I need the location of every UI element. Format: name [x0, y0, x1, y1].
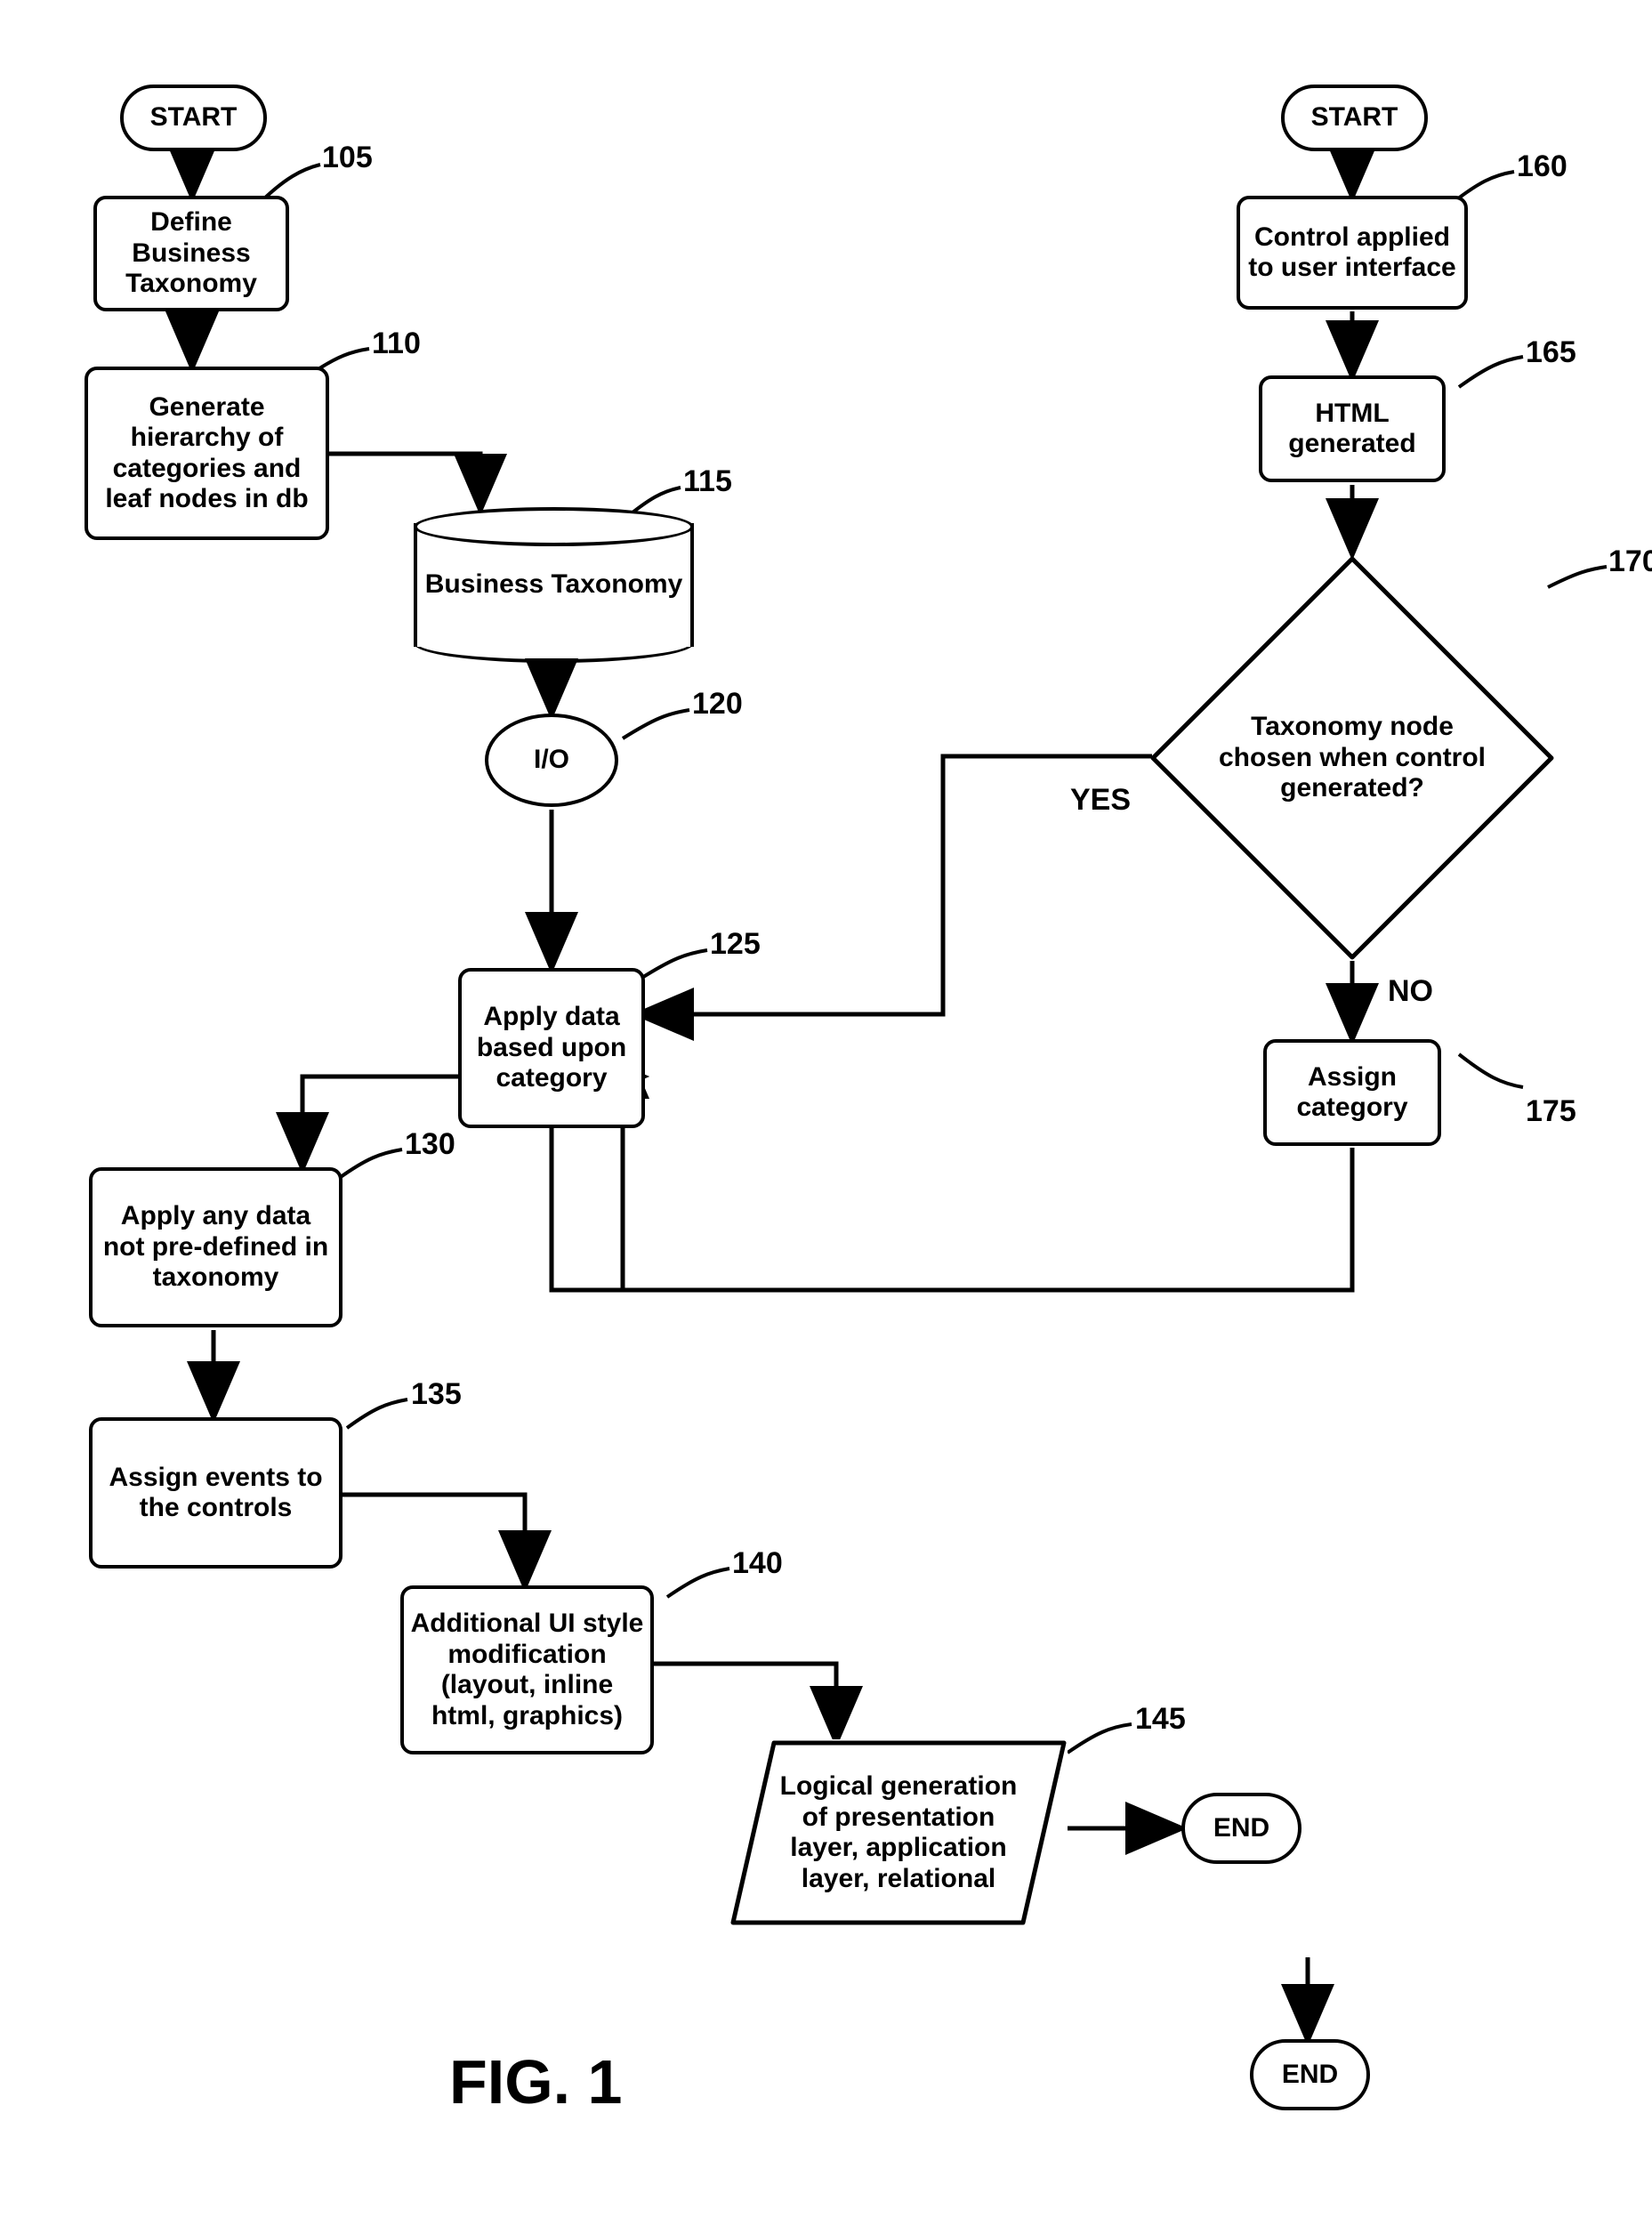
parallelogram-label: Logical generation of presentation layer…	[765, 1739, 1032, 1926]
apply-data-not-predefined-box: Apply any data not pre-defined in taxono…	[89, 1167, 342, 1327]
ref-175: 175	[1526, 1094, 1576, 1129]
figure-caption: FIG. 1	[449, 2046, 622, 2117]
ref-170: 170	[1608, 544, 1652, 579]
ref-115: 115	[683, 464, 732, 499]
ref-145: 145	[1135, 1702, 1186, 1737]
ref-130: 130	[405, 1127, 455, 1162]
assign-events-box: Assign events to the controls	[89, 1417, 342, 1569]
control-applied-box: Control applied to user interface	[1237, 196, 1468, 310]
apply-data-category-box: Apply data based upon category	[458, 968, 645, 1128]
ref-120: 120	[692, 687, 743, 722]
logical-generation-parallelogram: Logical generation of presentation layer…	[729, 1739, 1068, 1926]
decision-label: Taxonomy node chosen when control genera…	[1148, 553, 1557, 963]
db-label: Business Taxonomy	[414, 569, 694, 600]
ref-110: 110	[372, 327, 421, 361]
additional-ui-style-box: Additional UI style modification (layout…	[400, 1585, 654, 1754]
define-business-taxonomy-box: Define Business Taxonomy	[93, 196, 289, 311]
html-generated-box: HTML generated	[1259, 375, 1446, 482]
assign-category-box: Assign category	[1263, 1039, 1441, 1146]
business-taxonomy-db: Business Taxonomy	[414, 507, 694, 663]
flowchart-canvas: START Define Business Taxonomy 105 Gener…	[0, 0, 1652, 2226]
start-right-terminator: START	[1281, 85, 1428, 151]
ref-135: 135	[411, 1377, 462, 1412]
ref-160: 160	[1517, 149, 1567, 184]
ref-125: 125	[710, 927, 761, 962]
generate-hierarchy-box: Generate hierarchy of categories and lea…	[85, 367, 329, 540]
io-ellipse: I/O	[485, 714, 618, 807]
end-terminator-bottom: END	[1250, 2039, 1370, 2110]
yes-label: YES	[1070, 783, 1131, 818]
ref-165: 165	[1526, 335, 1576, 370]
no-label: NO	[1388, 974, 1433, 1009]
decision-taxonomy-node: Taxonomy node chosen when control genera…	[1148, 553, 1557, 963]
end-terminator-right: END	[1181, 1793, 1301, 1864]
ref-140: 140	[732, 1546, 783, 1581]
ref-105: 105	[322, 141, 373, 175]
start-left-terminator: START	[120, 85, 267, 151]
